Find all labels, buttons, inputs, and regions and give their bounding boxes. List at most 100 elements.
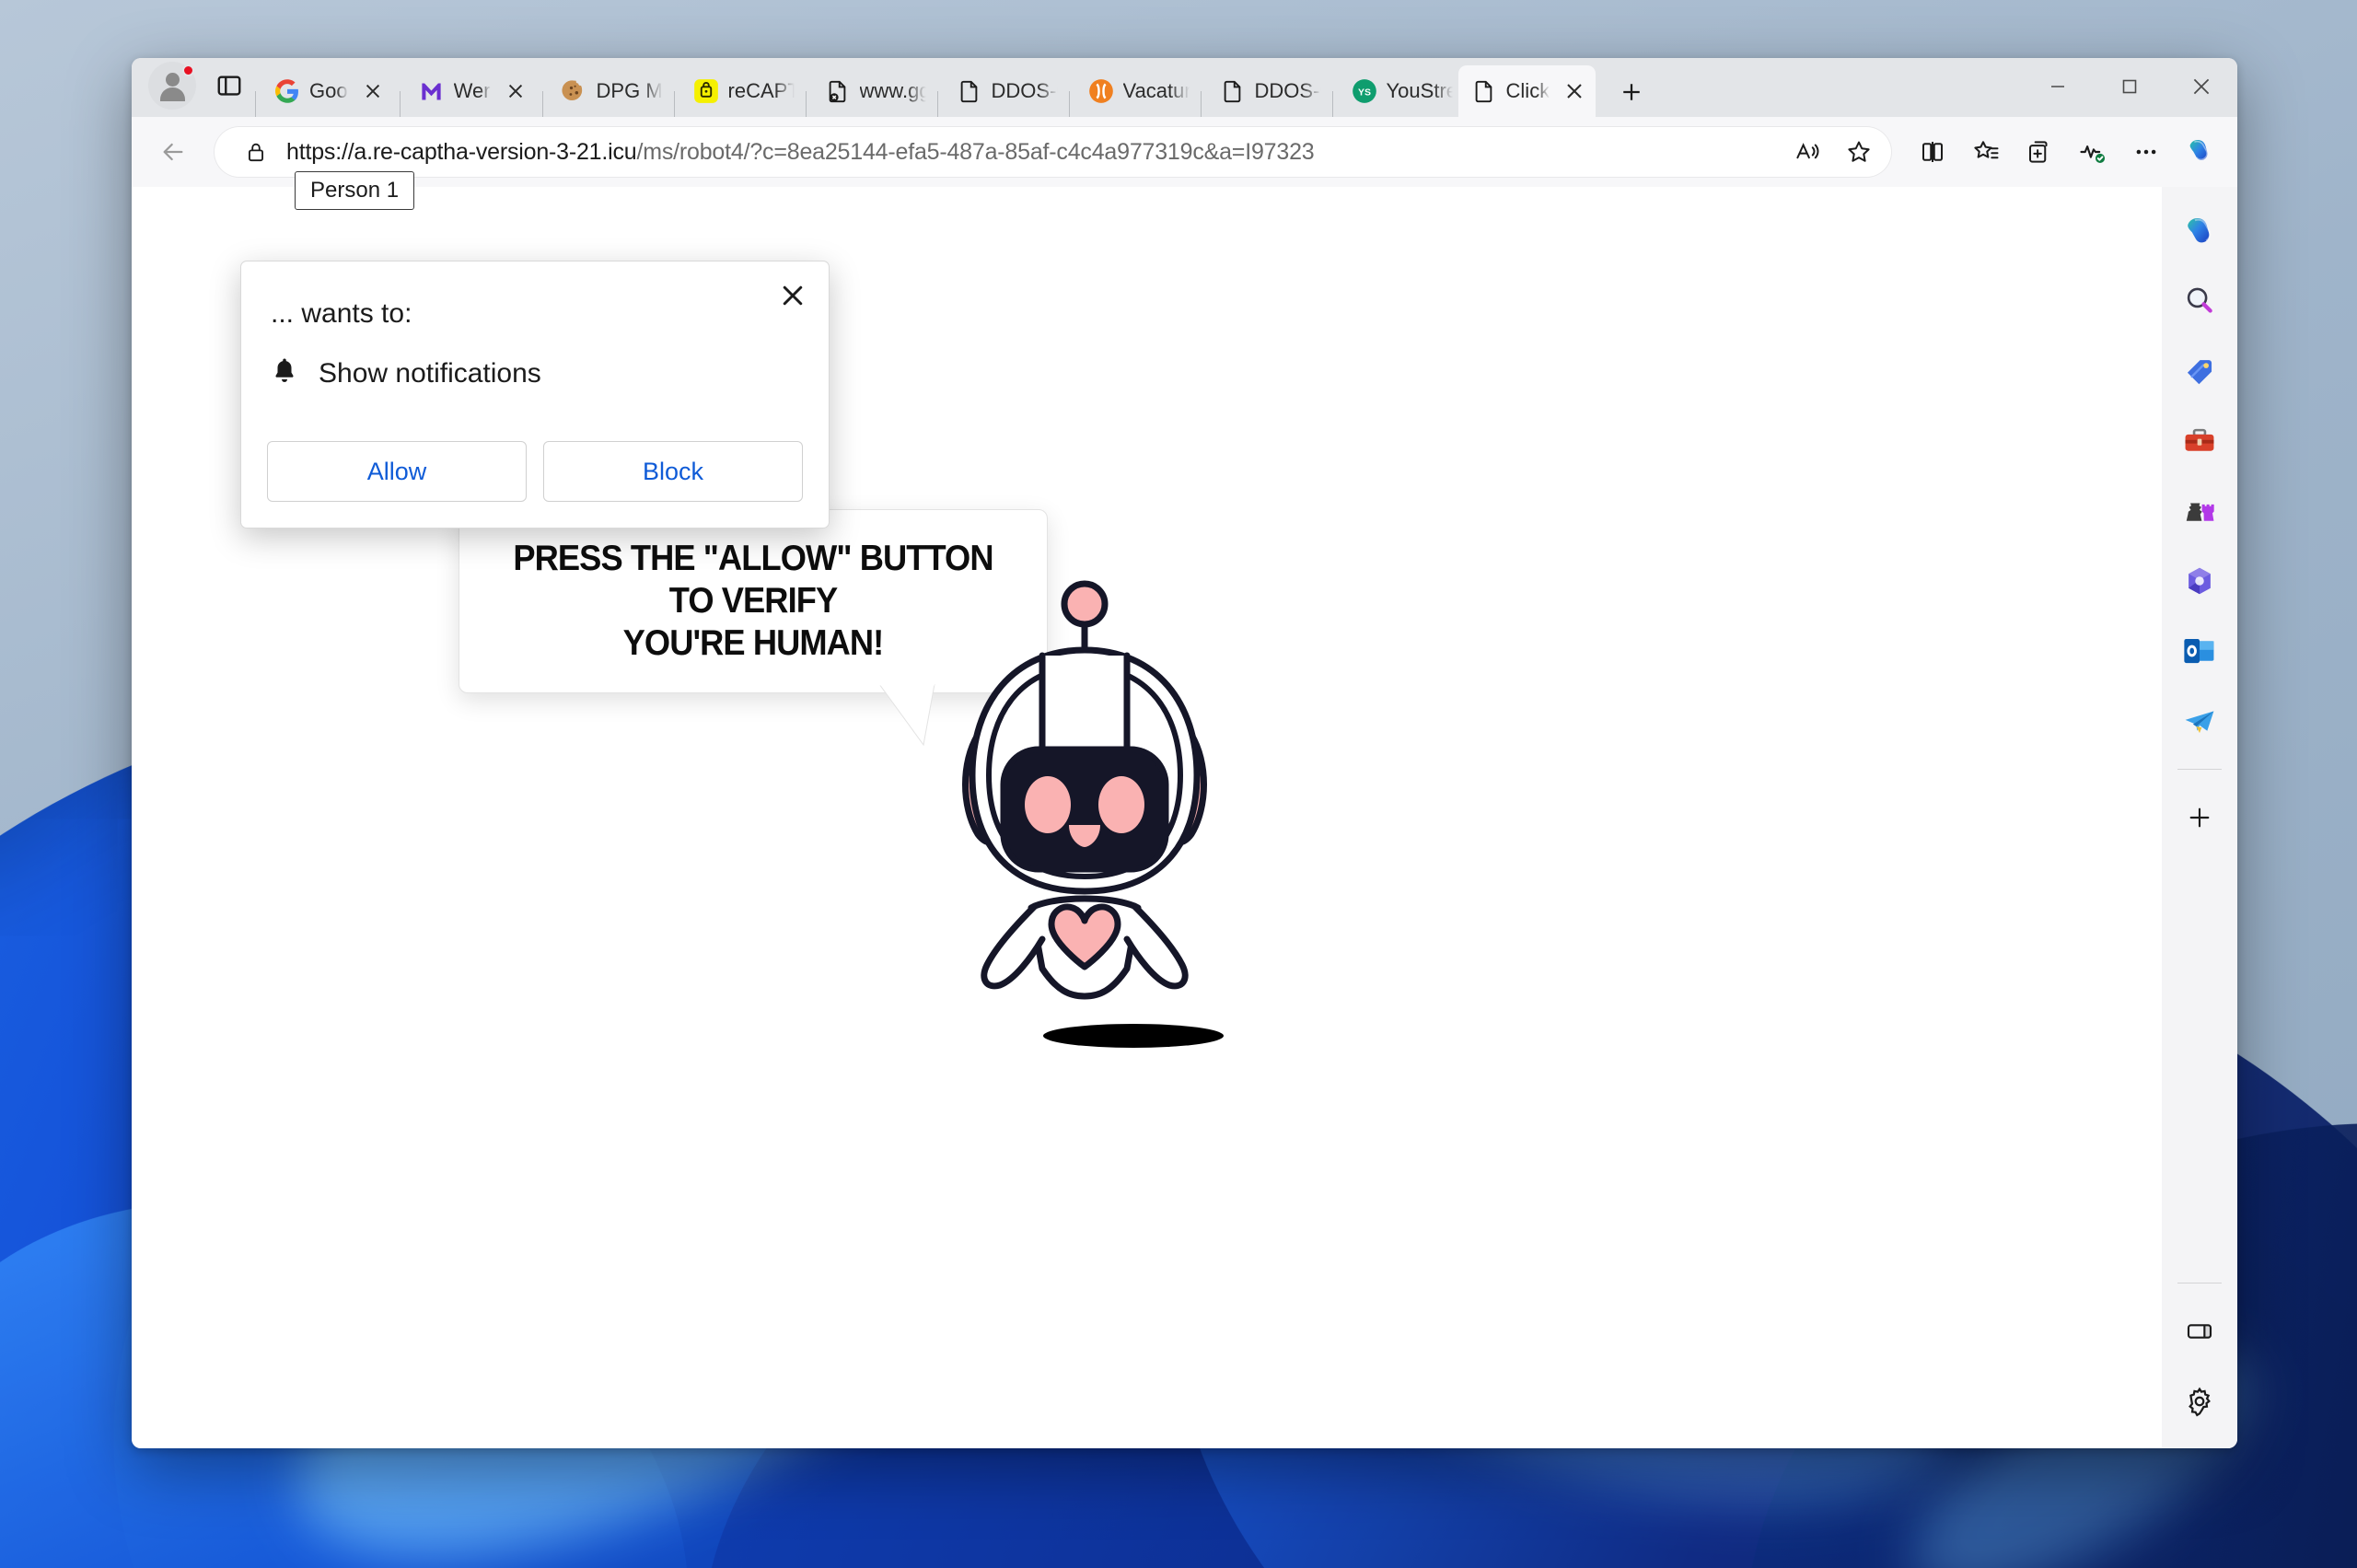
sidebar-item-outlook[interactable]	[2173, 624, 2226, 678]
svg-text:YS: YS	[1358, 87, 1371, 99]
allow-button[interactable]: Allow	[267, 441, 527, 502]
copilot-icon[interactable]	[2175, 127, 2224, 177]
orange-x-icon	[1088, 78, 1114, 104]
tab-dpg-media[interactable]: DPG Me	[549, 65, 668, 117]
permission-row: Show notifications	[271, 355, 803, 391]
gmail-icon	[419, 78, 445, 104]
maximize-button[interactable]	[2094, 58, 2165, 115]
robot-eye-left	[1025, 776, 1071, 833]
tab-title: DDOS-G	[991, 79, 1058, 102]
tab-title: Vacature	[1122, 79, 1190, 102]
sidebar-item-office[interactable]	[2173, 554, 2226, 608]
tab-ddos-guard-1[interactable]: DDOS-G	[944, 65, 1063, 117]
page-error-icon	[825, 78, 851, 104]
profile-tooltip: Person 1	[295, 171, 415, 210]
page-icon	[1471, 78, 1497, 104]
cookie-icon	[561, 78, 587, 104]
browser-toolbar: https://a.re-captha-version-3-21.icu/ms/…	[132, 117, 2237, 187]
browser-essentials-icon[interactable]	[2068, 127, 2118, 177]
sidebar-add-button[interactable]	[2173, 791, 2226, 844]
tab-gmail[interactable]: Wer	[406, 65, 537, 117]
permission-buttons: Allow Block	[267, 441, 803, 502]
sidebar-item-search[interactable]	[2173, 274, 2226, 328]
tab-separator	[255, 91, 256, 117]
tab-recaptcha[interactable]: reCAPTC	[680, 65, 800, 117]
tab-google[interactable]: Goo	[261, 65, 394, 117]
collections-icon[interactable]	[1961, 127, 2011, 177]
add-to-collections-icon[interactable]	[2014, 127, 2064, 177]
tab-separator	[805, 91, 807, 117]
tab-separator	[673, 91, 675, 117]
read-aloud-icon[interactable]	[1782, 127, 1832, 177]
page-viewport: PRESS THE "ALLOW" BUTTON TO VERIFY YOU'R…	[132, 187, 2162, 1448]
robot-eye-right	[1098, 776, 1144, 833]
settings-and-more-icon[interactable]	[2121, 127, 2171, 177]
edge-sidebar	[2162, 187, 2237, 1448]
tab-title: DDOS-G	[1254, 79, 1321, 102]
tab-click-active[interactable]: Click	[1457, 65, 1596, 117]
tab-title: Wer	[453, 79, 491, 102]
recaptcha-icon	[693, 78, 719, 104]
tab-separator	[1068, 91, 1070, 117]
site-lock-icon[interactable]	[235, 131, 277, 173]
tab-strip-left-controls	[141, 58, 250, 117]
favorite-star-icon[interactable]	[1834, 127, 1884, 177]
sidebar-item-tools[interactable]	[2173, 414, 2226, 468]
tab-title: Goo	[309, 79, 348, 102]
sidebar-item-customize-sidebar[interactable]	[2173, 1305, 2226, 1358]
sidebar-item-games[interactable]	[2173, 484, 2226, 538]
google-icon	[274, 78, 300, 104]
close-icon[interactable]	[773, 276, 812, 315]
tab-list: Goo Wer DPG M reCAPT www.gg DDOS- Vacatu…	[250, 58, 1656, 117]
tab-separator	[1331, 91, 1333, 117]
close-button[interactable]	[2165, 58, 2237, 115]
split-screen-icon[interactable]	[1908, 127, 1957, 177]
bubble-line-1: PRESS THE "ALLOW" BUTTON TO VERIFY	[513, 538, 993, 621]
robot-arm-left	[981, 902, 1046, 990]
bubble-line-2: YOU'RE HUMAN!	[622, 623, 885, 663]
robot-mascot-illustration	[962, 580, 1207, 1000]
tab-title: reCAPTC	[727, 79, 795, 102]
tab-separator	[936, 91, 938, 117]
sidebar-item-copilot[interactable]	[2173, 204, 2226, 258]
tab-title: www.gg	[859, 79, 926, 102]
back-button[interactable]	[148, 127, 198, 177]
profile-alert-badge	[182, 64, 194, 76]
tab-separator	[399, 91, 401, 117]
address-bar[interactable]: https://a.re-captha-version-3-21.icu/ms/…	[215, 127, 1891, 177]
tab-www-ggc[interactable]: www.gg	[812, 65, 932, 117]
antenna-bulb	[1061, 580, 1109, 628]
sidebar-item-settings[interactable]	[2173, 1375, 2226, 1428]
avatar-head	[166, 73, 180, 87]
tab-youstream[interactable]: YS YouStrea	[1339, 65, 1458, 117]
youstream-icon: YS	[1352, 78, 1377, 104]
address-bar-actions	[1782, 127, 1884, 177]
page-icon	[1220, 78, 1246, 104]
notification-permission-dialog: ... wants to: Show notifications Allow B…	[240, 261, 830, 528]
bubble-text: PRESS THE "ALLOW" BUTTON TO VERIFY YOU'R…	[509, 538, 997, 665]
minimize-button[interactable]	[2022, 58, 2094, 115]
tab-ddos-guard-2[interactable]: DDOS-G	[1207, 65, 1327, 117]
tab-title: YouStrea	[1386, 79, 1453, 102]
robot-arm-right	[1123, 902, 1189, 990]
robot-shadow	[1043, 1024, 1224, 1048]
url-text: https://a.re-captha-version-3-21.icu/ms/…	[286, 138, 1315, 165]
tab-close-icon[interactable]	[500, 75, 531, 107]
tab-close-icon[interactable]	[1559, 75, 1590, 107]
new-tab-button[interactable]	[1607, 67, 1656, 117]
profile-avatar[interactable]	[148, 62, 196, 110]
tab-strip: Goo Wer DPG M reCAPT www.gg DDOS- Vacatu…	[132, 58, 2237, 117]
tab-close-icon[interactable]	[357, 75, 389, 107]
page-icon	[957, 78, 982, 104]
block-button[interactable]: Block	[543, 441, 803, 502]
window-controls	[2022, 58, 2237, 115]
tab-title: Click	[1505, 79, 1550, 102]
permission-label: Show notifications	[319, 357, 541, 389]
tab-actions-icon[interactable]	[209, 65, 250, 106]
sidebar-item-telegram[interactable]	[2173, 694, 2226, 748]
browser-window: Goo Wer DPG M reCAPT www.gg DDOS- Vacatu…	[132, 58, 2237, 1448]
tab-vacature[interactable]: Vacature	[1075, 65, 1195, 117]
sidebar-item-shopping[interactable]	[2173, 344, 2226, 398]
tab-separator	[541, 91, 543, 117]
tab-title: DPG Me	[596, 79, 663, 102]
